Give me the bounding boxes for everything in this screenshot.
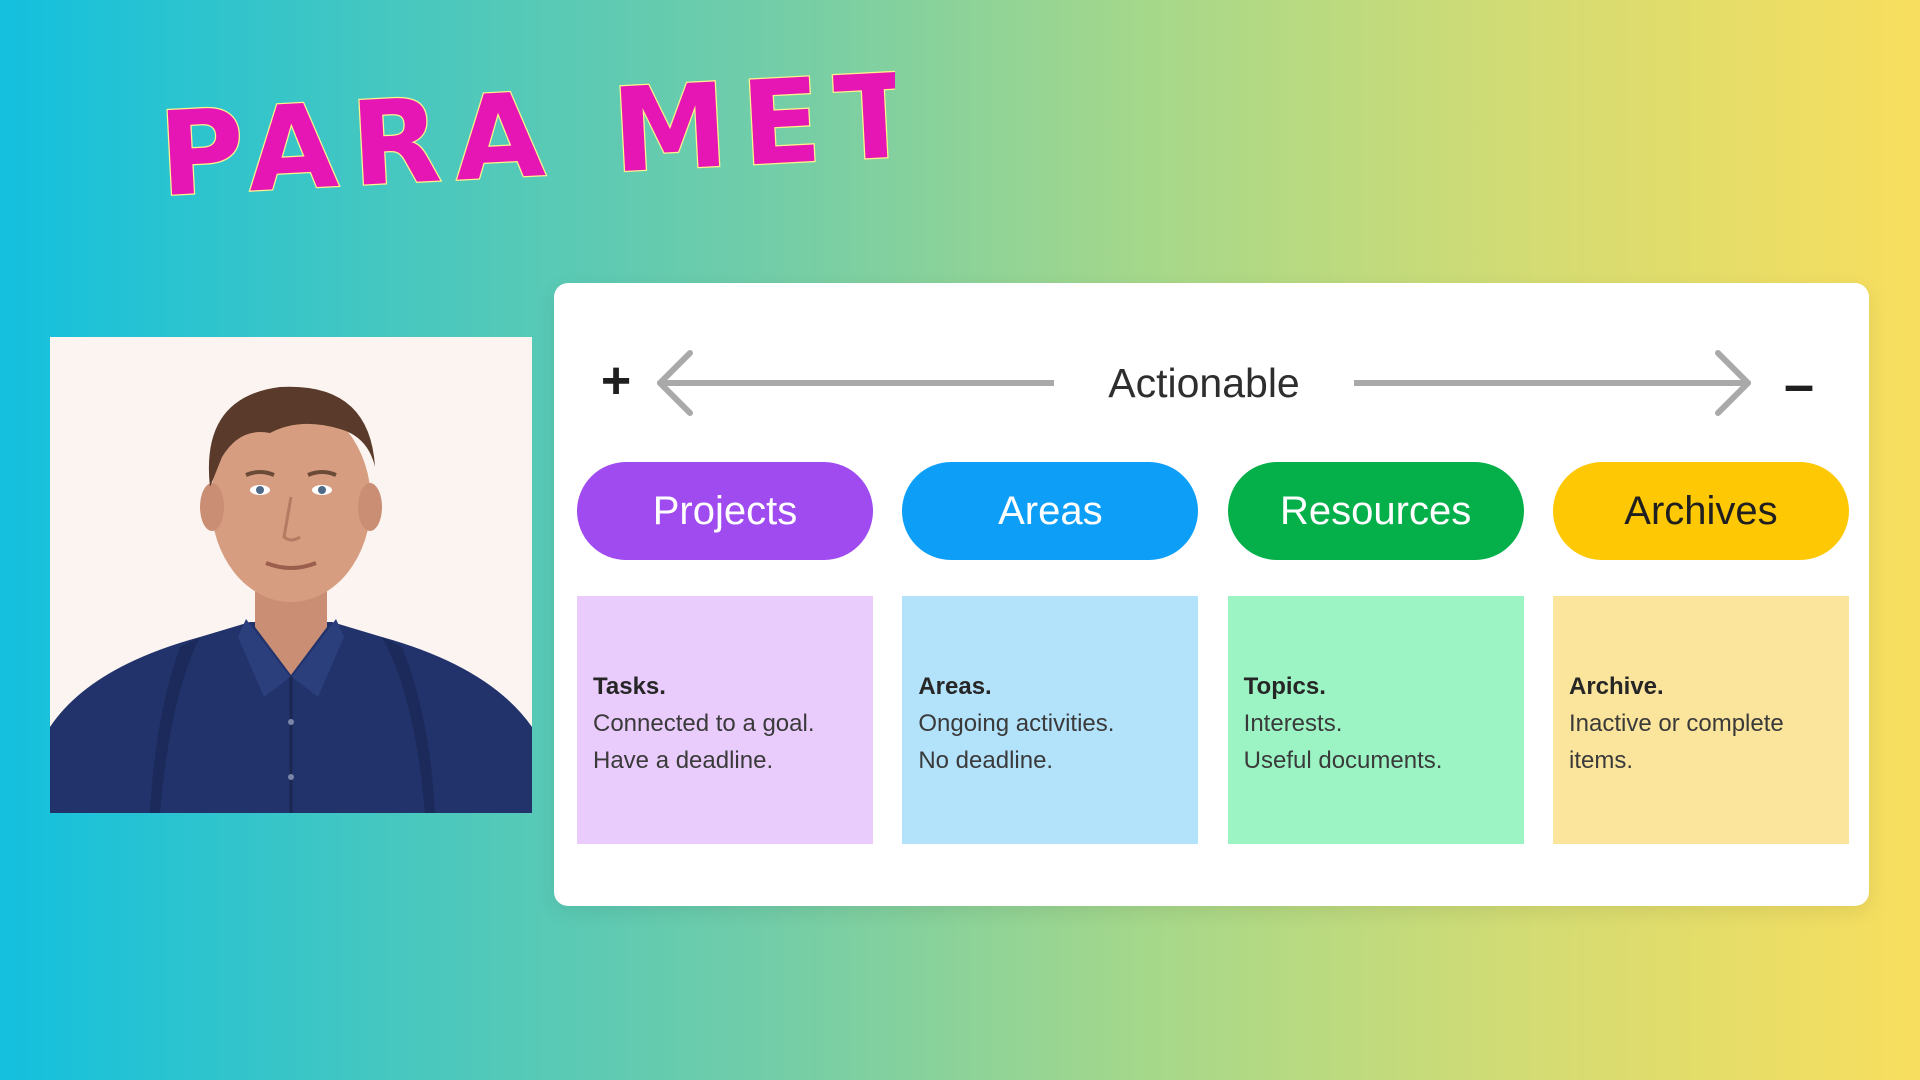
actionable-axis: Actionable xyxy=(654,343,1754,423)
archives-box-line-1: Inactive or complete xyxy=(1568,710,1784,737)
archives-button[interactable]: Archives xyxy=(1552,462,1849,560)
archives-description: Archive. Inactive or complete items. xyxy=(1552,596,1849,844)
areas-box-line-2: No deadline. xyxy=(918,747,1054,774)
areas-button[interactable]: Areas xyxy=(902,462,1199,560)
plus-sign: + xyxy=(600,352,632,410)
column-archives: Archives Archive. Inactive or complete i… xyxy=(1552,462,1849,846)
column-projects: Projects Tasks. Connected to a goal. Hav… xyxy=(577,462,873,846)
portrait-icon xyxy=(50,337,532,813)
areas-box-title: Areas. xyxy=(918,673,992,700)
resources-box-title: Topics. xyxy=(1243,673,1326,700)
title-graphic: PARA METHOD xyxy=(155,58,895,198)
resources-description: Topics. Interests. Useful documents. xyxy=(1227,596,1524,844)
category-columns: Projects Tasks. Connected to a goal. Hav… xyxy=(577,462,1849,846)
projects-description: Tasks. Connected to a goal. Have a deadl… xyxy=(577,596,873,844)
title-text: PARA METHOD xyxy=(156,58,895,198)
archives-box-line-2: items. xyxy=(1568,747,1633,774)
archives-box-title: Archive. xyxy=(1568,673,1664,700)
projects-box-title: Tasks. xyxy=(593,673,666,700)
areas-box-line-1: Ongoing activities. xyxy=(918,710,1115,737)
minus-sign: – xyxy=(1783,355,1815,415)
page-title: PARA METHOD xyxy=(155,58,895,198)
actionable-label: Actionable xyxy=(1054,361,1354,405)
projects-box-line-2: Have a deadline. xyxy=(593,747,774,774)
column-areas: Areas Areas. Ongoing activities. No dead… xyxy=(902,462,1199,846)
resources-button[interactable]: Resources xyxy=(1227,462,1524,560)
resources-box-line-1: Interests. xyxy=(1243,710,1343,737)
projects-box-line-1: Connected to a goal. xyxy=(593,710,815,737)
para-diagram-card: + Actionable – Projects Tasks. Connected… xyxy=(554,283,1869,906)
resources-box-line-2: Useful documents. xyxy=(1243,747,1443,774)
areas-description: Areas. Ongoing activities. No deadline. xyxy=(902,596,1199,844)
projects-button[interactable]: Projects xyxy=(577,462,873,560)
column-resources: Resources Topics. Interests. Useful docu… xyxy=(1227,462,1524,846)
portrait-photo xyxy=(50,337,532,813)
